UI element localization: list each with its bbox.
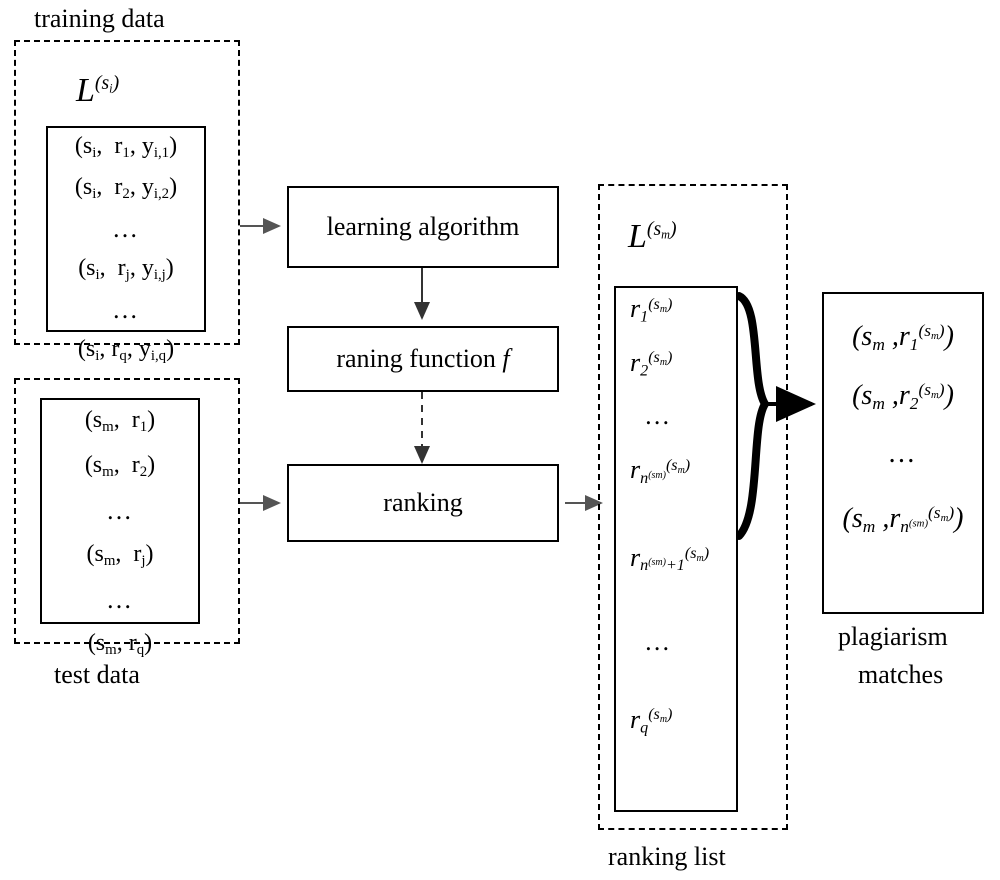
list-item: (sm ,r1(sm)): [852, 321, 954, 354]
learning-algorithm-label: learning algorithm: [326, 212, 520, 241]
ranking-box: ranking: [287, 464, 559, 542]
list-item: (si, r1, yi,1): [74, 133, 178, 162]
plagiarism-matches-label-line2: matches: [858, 660, 944, 689]
list-item: (sm, rq): [87, 630, 153, 659]
list-item: (si, rq, yi,q): [77, 336, 175, 365]
test-data-rows: (sm, r1) (sm, r2) … (sm, rj) … (sm, rq): [40, 408, 200, 658]
list-item: …: [646, 626, 672, 656]
list-item: …: [112, 295, 140, 325]
list-item: r2(sm): [630, 347, 673, 380]
list-item: (sm ,rn(sm)(sm)): [842, 503, 964, 537]
ranking-function-box: raning function f: [287, 326, 559, 392]
list-item: …: [889, 438, 917, 470]
list-item: (sm, r1): [84, 407, 156, 436]
list-item: …: [106, 585, 134, 615]
plagiarism-matches-label-line1: plagiarism: [838, 622, 948, 651]
ranking-list-label: ranking list: [608, 842, 726, 871]
list-item: …: [646, 401, 672, 431]
list-item: (sm ,r2(sm)): [852, 380, 954, 414]
list-item: (si, rj, yi,j): [78, 255, 174, 284]
ranking-function-label: raning function f: [336, 344, 510, 373]
list-item: rn(sm)(sm): [630, 455, 691, 487]
list-item: …: [106, 496, 134, 526]
list-item: …: [112, 214, 140, 244]
training-data-rows: (si, r1, yi,1) (si, r2, yi,2) … (si, rj,…: [46, 134, 206, 364]
training-set-symbol: L(si): [76, 72, 120, 109]
test-data-label: test data: [54, 660, 140, 689]
learning-algorithm-box: learning algorithm: [287, 186, 559, 268]
training-data-label: training data: [34, 4, 165, 33]
list-item: rn(sm)+1(sm): [630, 542, 710, 575]
list-item: (sm, rj): [86, 541, 154, 570]
ranking-list-symbol: L(sm): [628, 218, 677, 255]
plagiarism-matches-rows: (sm ,r1(sm)) (sm ,r2(sm)) … (sm ,rn(sm)(…: [822, 322, 984, 536]
list-item: r1(sm): [630, 294, 673, 326]
list-item: (sm, r2): [84, 452, 156, 481]
ranking-list-rows: r1(sm) r2(sm) … rn(sm)(sm) rn(sm)+1(sm) …: [614, 296, 754, 736]
ranking-label: ranking: [383, 488, 463, 517]
list-item: rq(sm): [630, 704, 673, 736]
list-item: (si, r2, yi,2): [74, 174, 178, 203]
